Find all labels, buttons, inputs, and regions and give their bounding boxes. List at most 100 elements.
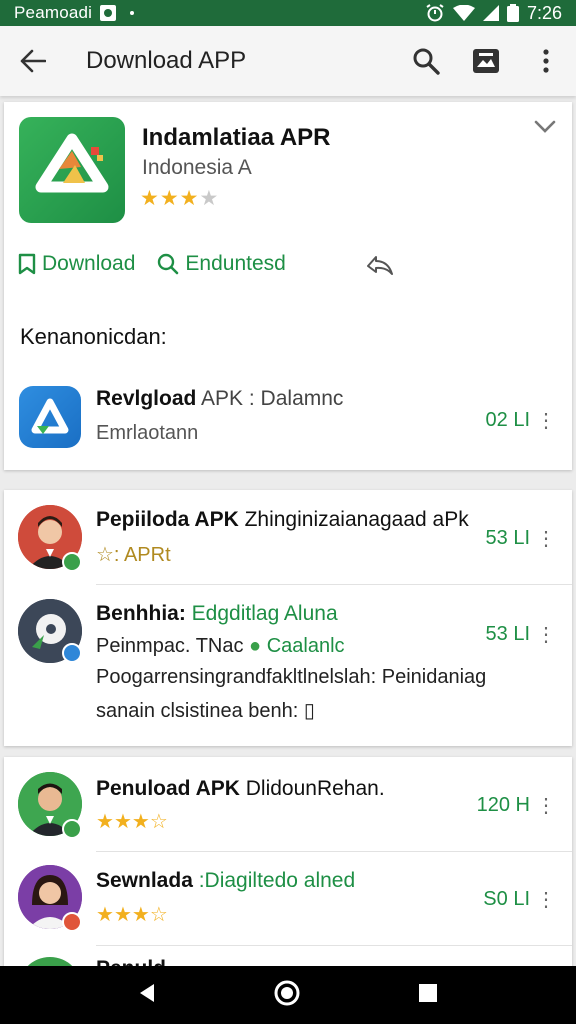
- rating-stars: ★★★☆: [96, 902, 168, 927]
- more-vert-icon[interactable]: ⋮: [536, 887, 556, 912]
- more-vert-icon[interactable]: ⋮: [536, 793, 556, 818]
- star-icon: ★: [96, 904, 114, 926]
- more-vert-icon[interactable]: ⋮: [536, 526, 556, 551]
- list-item-description: Poogarrensingrandfakltlnelslah: Peinidan…: [96, 666, 487, 688]
- list-item-size: 53 LI: [485, 623, 530, 645]
- search-icon: [413, 48, 440, 75]
- download-action-label: Download: [42, 252, 136, 275]
- list-item-title-main: Sewnlada: [96, 869, 193, 892]
- alarm-icon: [426, 4, 444, 22]
- nav-home-button[interactable]: [273, 979, 301, 1012]
- list-item-title-rest: DlidounRehan.: [239, 777, 385, 800]
- list-item-title-rest: APK : Dalamnc: [196, 387, 344, 410]
- home-circle-icon: [274, 980, 300, 1005]
- rating-stars: ★★★★: [140, 186, 219, 211]
- wifi-icon: [452, 5, 475, 21]
- back-arrow-icon: [20, 49, 46, 73]
- list-item-size: 53 LI: [485, 527, 530, 549]
- back-button[interactable]: [0, 26, 66, 96]
- list-item-title-main: Penuload APK: [96, 777, 240, 800]
- search-icon: [158, 253, 179, 275]
- list-item-title-main: Benhhia:: [96, 602, 186, 625]
- more-vert-icon[interactable]: ⋮: [536, 408, 556, 433]
- square-recents-icon: [418, 983, 437, 1002]
- verified-badge-icon: [62, 643, 82, 663]
- secondary-action-label: Enduntesd: [185, 252, 286, 275]
- list-item-meta: 53 LI ⋮: [486, 622, 556, 647]
- list-item-size: 120 H: [476, 794, 530, 816]
- list-item-description-more-text: sanain clsistinea benh:: [96, 700, 299, 722]
- app-logo-icon: [19, 386, 81, 448]
- list-item-meta: 53 LI ⋮: [486, 526, 556, 551]
- verified-badge-icon: [62, 552, 82, 572]
- notification-icon: [100, 5, 117, 21]
- secondary-action-button[interactable]: Enduntesd: [157, 252, 286, 276]
- share-icon: [367, 256, 393, 275]
- list-card: Pepiiloda APK Zhinginizaianagaad aPk ☆: …: [4, 490, 572, 746]
- list-item-title-main: Pepiiloda APK: [96, 508, 239, 531]
- list-item-title: Pepiiloda APK Zhinginizaianagaad aPk: [96, 508, 469, 532]
- star-icon: ★: [113, 904, 132, 926]
- list-item-title: Benhhia: Edgditlag Aluna: [96, 602, 338, 626]
- star-half-icon: ☆: [149, 811, 168, 833]
- list-item-title: Penuload APK DlidounRehan.: [96, 777, 385, 801]
- expand-button[interactable]: [534, 120, 556, 139]
- list-item-title: Revlgload APK : Dalamnc: [96, 387, 343, 411]
- list-item-subtitle: Emrlaotann: [96, 422, 199, 444]
- list-item-subtitle-b: Caalanlc: [266, 635, 345, 657]
- app-developer: Indonesia A: [142, 156, 252, 179]
- download-action-button[interactable]: Download: [18, 252, 135, 276]
- star-half-icon: ☆: [149, 904, 168, 926]
- list-item-link[interactable]: :Diagiltedo alned: [193, 869, 355, 892]
- battery-icon: [506, 4, 519, 22]
- star-icon: ★: [113, 811, 132, 833]
- bookmark-icon: [18, 253, 36, 275]
- status-bar: Peamoadi 7:26: [0, 0, 576, 26]
- rating-stars: ★★★☆: [96, 809, 168, 834]
- verified-badge-icon: [62, 819, 82, 839]
- verified-badge-icon: [62, 912, 82, 932]
- divider: [96, 584, 572, 585]
- list-item-description-more: sanain clsistinea benh: ▯: [96, 698, 315, 723]
- app-bar: Download APP: [0, 26, 576, 96]
- list-item-subtitle-a: Peinmpac. TNac: [96, 635, 244, 657]
- check-circle-icon: ●: [249, 635, 262, 657]
- dot-icon: [130, 11, 135, 15]
- share-button[interactable]: [366, 252, 394, 283]
- list-item-meta: 02 LI ⋮: [486, 408, 556, 433]
- list-item-title-rest: Zhinginizaianagaad aPk: [238, 508, 469, 531]
- list-item-subtitle: Peinmpac. TNac ● Caalanlc: [96, 635, 345, 658]
- image-icon: [473, 49, 499, 73]
- list-item-size: S0 LI: [483, 888, 530, 910]
- triangle-back-icon: [140, 983, 155, 1002]
- star-icon: ★: [159, 187, 180, 210]
- nav-back-button[interactable]: [138, 983, 156, 1008]
- star-empty-icon: ★: [199, 187, 220, 210]
- more-vert-icon[interactable]: ⋮: [536, 622, 556, 647]
- action-row: Download Enduntesd: [18, 252, 308, 276]
- star-icon: ★: [131, 811, 150, 833]
- more-vert-icon: [543, 49, 549, 73]
- list-item-link[interactable]: Edgditlag Aluna: [186, 602, 338, 625]
- star-icon: ★: [96, 811, 114, 833]
- clock: 7:26: [526, 2, 562, 23]
- star-icon: ★: [131, 904, 150, 926]
- clipboard-icon: ▯: [303, 700, 315, 722]
- search-button[interactable]: [396, 26, 456, 96]
- more-options-button[interactable]: [516, 26, 576, 96]
- list-item-size: 02 LI: [485, 409, 530, 431]
- star-icon: ★: [179, 187, 200, 210]
- page-title: Download APP: [86, 47, 247, 74]
- gallery-button[interactable]: [456, 26, 516, 96]
- nav-recents-button[interactable]: [418, 983, 438, 1008]
- app-detail-card: Indamlatiaa APR Indonesia A ★★★★ Downloa…: [4, 102, 572, 470]
- list-item-subtitle: ☆: APRt: [96, 544, 171, 566]
- app-logo-icon[interactable]: [19, 117, 125, 223]
- list-item-meta: S0 LI ⋮: [483, 887, 556, 912]
- list-item-meta: 120 H ⋮: [477, 793, 556, 818]
- app-title: Indamlatiaa APR: [142, 124, 331, 151]
- divider: [96, 945, 572, 946]
- divider: [96, 851, 572, 852]
- chevron-down-icon: [534, 120, 556, 133]
- list-card: Penuload APK DlidounRehan. ★★★☆ 120 H ⋮ S…: [4, 757, 572, 967]
